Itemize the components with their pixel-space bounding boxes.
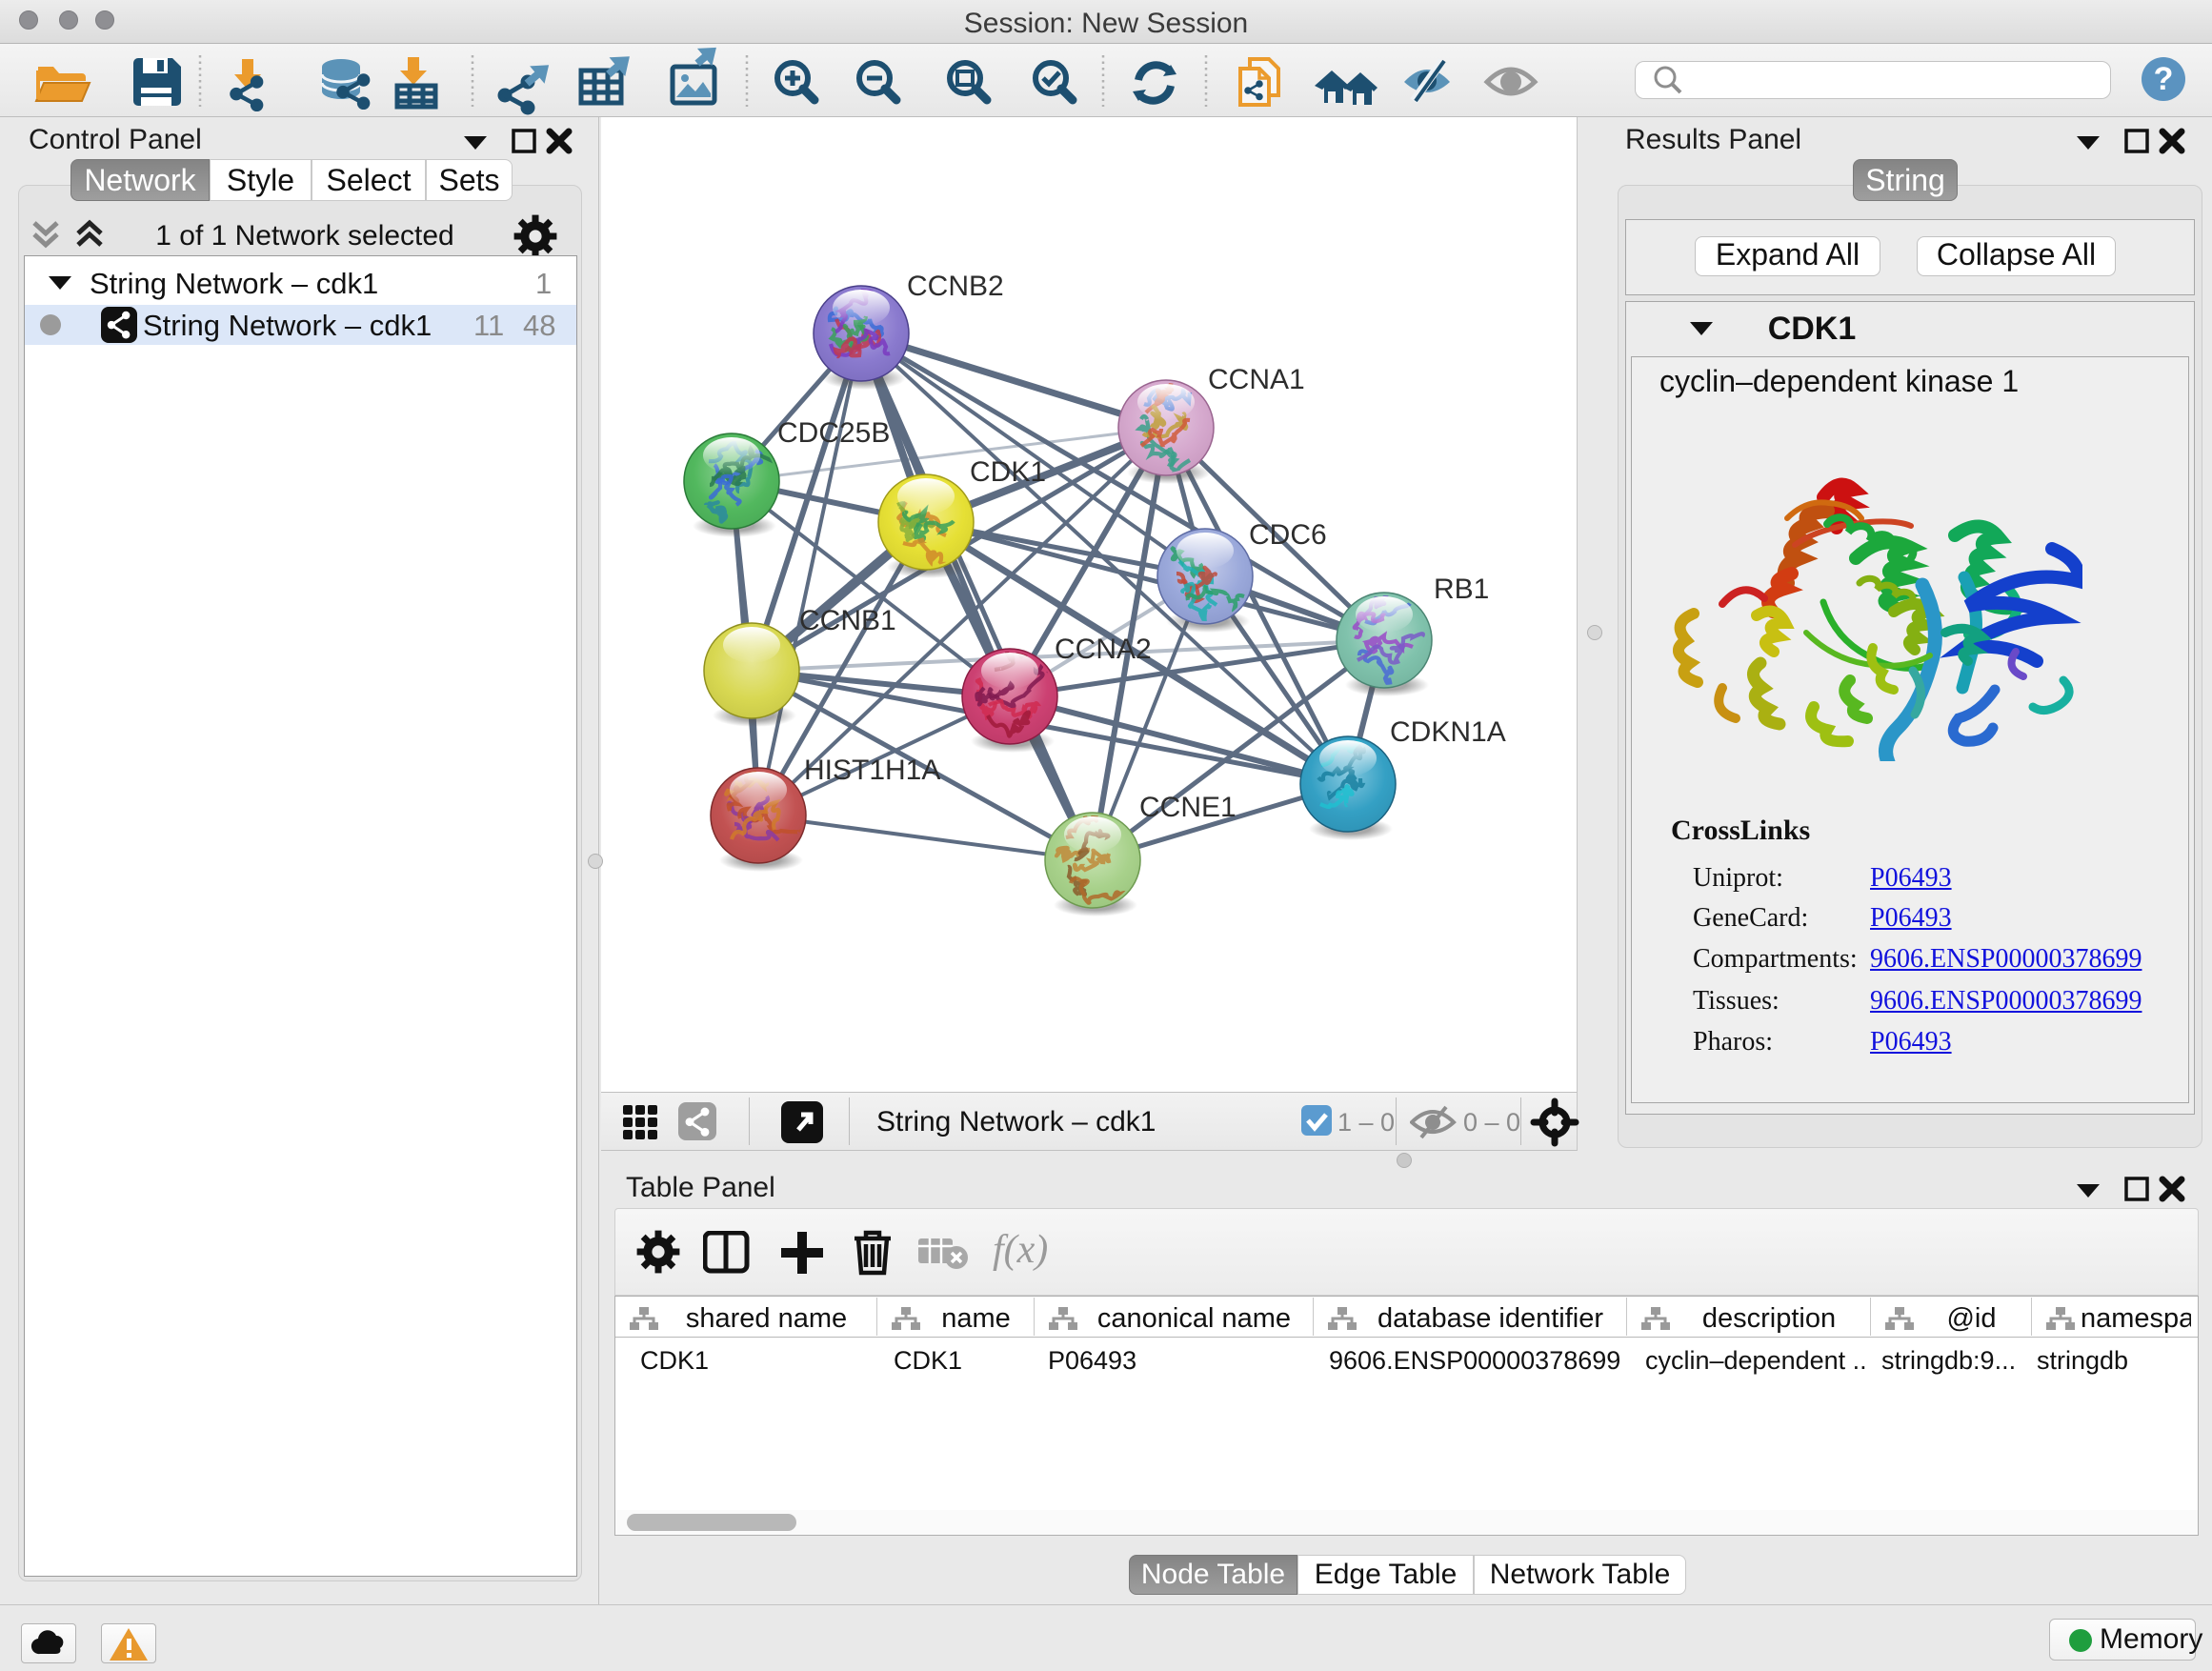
svg-text:CDKN1A: CDKN1A — [1390, 716, 1506, 748]
svg-text:HIST1H1A: HIST1H1A — [804, 755, 940, 786]
svg-text:CCNE1: CCNE1 — [1139, 792, 1237, 823]
svg-text:RB1: RB1 — [1434, 574, 1489, 605]
svg-text:CDK1: CDK1 — [970, 456, 1046, 488]
svg-text:CCNA1: CCNA1 — [1208, 364, 1305, 395]
svg-text:CCNB1: CCNB1 — [799, 605, 896, 636]
svg-text:CDC25B: CDC25B — [777, 417, 890, 449]
svg-text:CDC6: CDC6 — [1249, 519, 1327, 551]
svg-text:CCNA2: CCNA2 — [1055, 634, 1152, 665]
svg-text:CCNB2: CCNB2 — [907, 271, 1004, 302]
